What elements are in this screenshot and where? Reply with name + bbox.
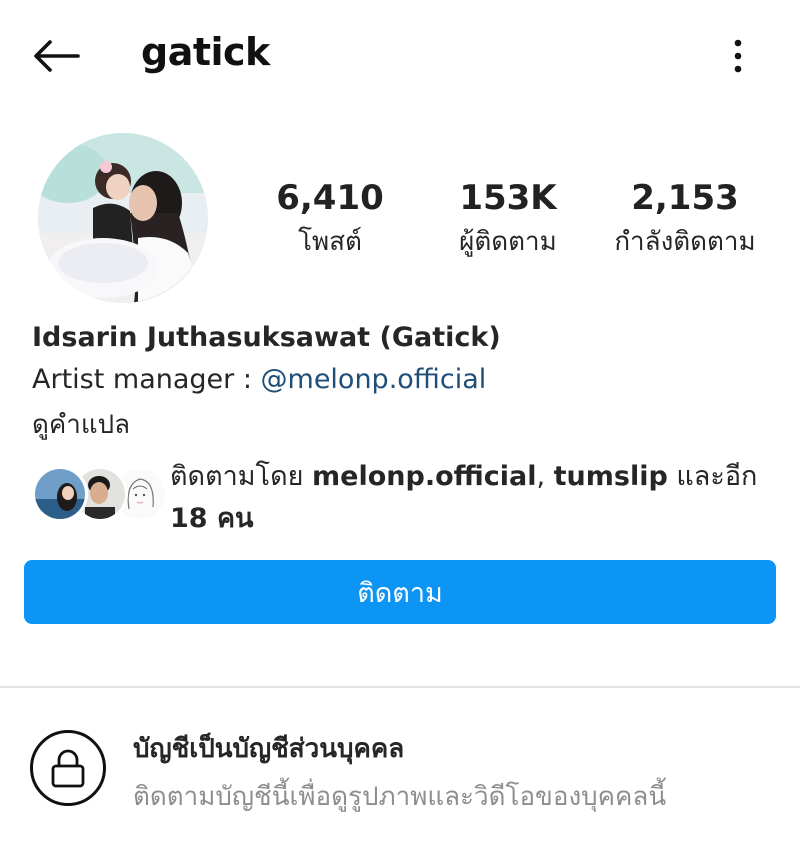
- back-button[interactable]: [26, 30, 86, 82]
- lock-icon-container: [30, 730, 106, 806]
- followers-count-label: ผู้ติดตาม: [459, 227, 557, 257]
- following-count-value: 2,153: [631, 178, 739, 218]
- more-options-button[interactable]: [718, 30, 758, 82]
- section-divider: [0, 686, 800, 688]
- posts-count-value: 6,410: [276, 178, 384, 218]
- avatar-photo: [38, 133, 208, 303]
- lock-icon: [51, 749, 85, 788]
- more-vertical-icon: [734, 39, 742, 73]
- private-account-title: บัญชีเป็นบัญชีส่วนบุคคล: [133, 734, 405, 764]
- followed-by-separator: ,: [536, 461, 554, 492]
- following-count-label: กำลังติดตาม: [614, 227, 756, 257]
- arrow-left-icon: [34, 40, 80, 72]
- follow-button[interactable]: ติดตาม: [24, 560, 776, 624]
- followed-by-more-prefix: และอีก: [667, 461, 758, 492]
- profile-avatar[interactable]: [38, 133, 208, 303]
- followed-by-user-2[interactable]: tumslip: [554, 461, 668, 492]
- followed-by-more-suffix: คน: [207, 503, 254, 534]
- followers-count-value: 153K: [459, 178, 557, 218]
- followed-by-more-count: 18: [170, 503, 208, 534]
- followed-by-text[interactable]: ติดตามโดย melonp.official, tumslip และอี…: [170, 456, 770, 540]
- top-bar: gatick: [0, 0, 800, 110]
- followed-by-user-1[interactable]: melonp.official: [312, 461, 536, 492]
- posts-count[interactable]: 6,410 โพสต์: [250, 176, 410, 262]
- bio-text: Artist manager :: [32, 364, 261, 395]
- mutual-followers-avatars[interactable]: [32, 466, 168, 524]
- mutual-avatar-1: [32, 466, 88, 522]
- followers-count[interactable]: 153K ผู้ติดตาม: [428, 176, 588, 262]
- see-translation-link[interactable]: ดูคำแปล: [32, 404, 130, 445]
- profile-bio: Artist manager : @melonp.official: [32, 364, 486, 395]
- profile-username: gatick: [141, 30, 270, 74]
- bio-mention-link[interactable]: @melonp.official: [261, 364, 487, 395]
- followed-by-prefix: ติดตามโดย: [170, 461, 313, 492]
- private-account-description: ติดตามบัญชีนี้เพื่อดูรูปภาพและวิดีโอของบ…: [133, 782, 667, 812]
- posts-count-label: โพสต์: [298, 227, 362, 257]
- following-count[interactable]: 2,153 กำลังติดตาม: [600, 176, 770, 262]
- profile-full-name: Idsarin Juthasuksawat (Gatick): [32, 322, 501, 353]
